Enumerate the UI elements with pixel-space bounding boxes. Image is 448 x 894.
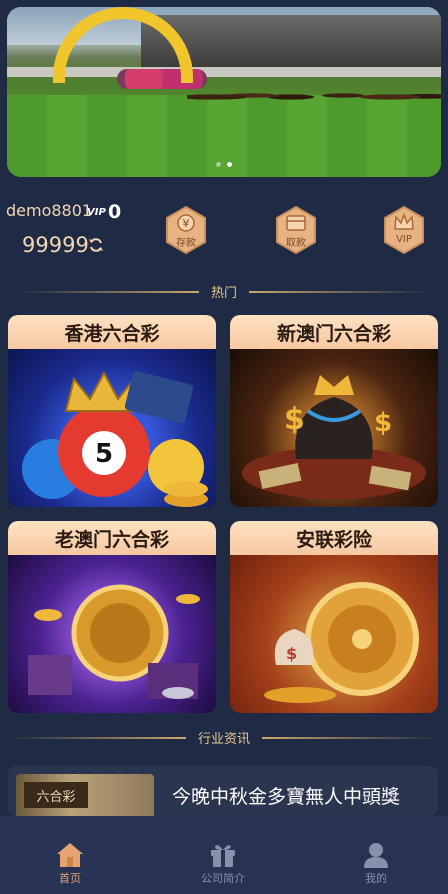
svg-text:$: $: [374, 408, 392, 438]
divider: [262, 736, 442, 739]
game-card-new-macau-lottery[interactable]: 新澳门六合彩 $ $: [230, 315, 438, 507]
vip-button[interactable]: VIP: [382, 205, 426, 255]
svg-text:5: 5: [95, 439, 113, 469]
news-section-header: 行业资讯: [0, 728, 448, 747]
carousel-dots: [7, 162, 441, 167]
user-panel: demo8801 VIP 0 99999 ¥ 存款 取款 VIP: [0, 195, 448, 265]
carousel-dot[interactable]: [216, 162, 221, 167]
refresh-icon[interactable]: [88, 237, 104, 253]
deposit-label: 存款: [176, 238, 196, 249]
game-card-title: 老澳门六合彩: [8, 521, 216, 555]
svg-text:¥: ¥: [183, 217, 190, 230]
balance-amount: 99999: [22, 233, 89, 257]
game-card-hk-lottery[interactable]: 香港六合彩 5: [8, 315, 216, 507]
game-card-image: 5: [8, 349, 216, 507]
vip-level: 0: [108, 201, 122, 223]
divider: [5, 736, 186, 739]
carousel-dot-active[interactable]: [227, 162, 232, 167]
crown-icon: [384, 205, 424, 255]
game-card-image: $: [230, 555, 438, 713]
user-icon: [364, 843, 388, 868]
username: demo8801: [6, 201, 93, 220]
news-item[interactable]: 六合彩 今晚中秋金多寶無人中頭獎: [8, 766, 438, 816]
hot-section-header: 热门: [0, 282, 448, 301]
tab-mine[interactable]: 我的: [316, 816, 436, 894]
tab-mine-label: 我的: [365, 872, 387, 885]
game-card-title: 香港六合彩: [8, 315, 216, 349]
game-card-image: [8, 555, 216, 713]
divider: [18, 290, 199, 293]
withdraw-label: 取款: [286, 238, 306, 249]
svg-text:$: $: [284, 402, 305, 437]
tab-home-label: 首页: [59, 872, 81, 885]
hot-section-title: 热门: [210, 286, 237, 301]
svg-text:$: $: [286, 644, 297, 663]
game-card-image: $ $: [230, 349, 438, 507]
news-thumbnail-sign: 六合彩: [24, 782, 88, 808]
vip-tag: VIP: [87, 207, 106, 218]
banner-horses: [187, 79, 441, 109]
news-section-title: 行业资讯: [197, 732, 250, 747]
gift-icon: [211, 845, 235, 867]
news-title: 今晚中秋金多寶無人中頭獎: [172, 786, 401, 808]
hero-banner[interactable]: [7, 7, 441, 177]
game-card-title: 新澳门六合彩: [230, 315, 438, 349]
game-card-allianz-lottery[interactable]: 安联彩险 $: [230, 521, 438, 713]
tab-company-profile[interactable]: 公司简介: [163, 816, 283, 894]
withdraw-button[interactable]: 取款: [274, 205, 318, 255]
bottom-tab-bar: 首页 公司简介 我的: [0, 816, 448, 894]
deposit-button[interactable]: ¥ 存款: [164, 205, 208, 255]
tab-company-profile-label: 公司简介: [201, 872, 245, 885]
divider: [249, 290, 429, 293]
news-thumbnail: 六合彩: [16, 774, 154, 816]
home-icon: [57, 843, 83, 867]
vip-label: VIP: [396, 234, 412, 245]
game-card-old-macau-lottery[interactable]: 老澳门六合彩: [8, 521, 216, 713]
game-card-title: 安联彩险: [230, 521, 438, 555]
tab-home[interactable]: 首页: [10, 816, 130, 894]
